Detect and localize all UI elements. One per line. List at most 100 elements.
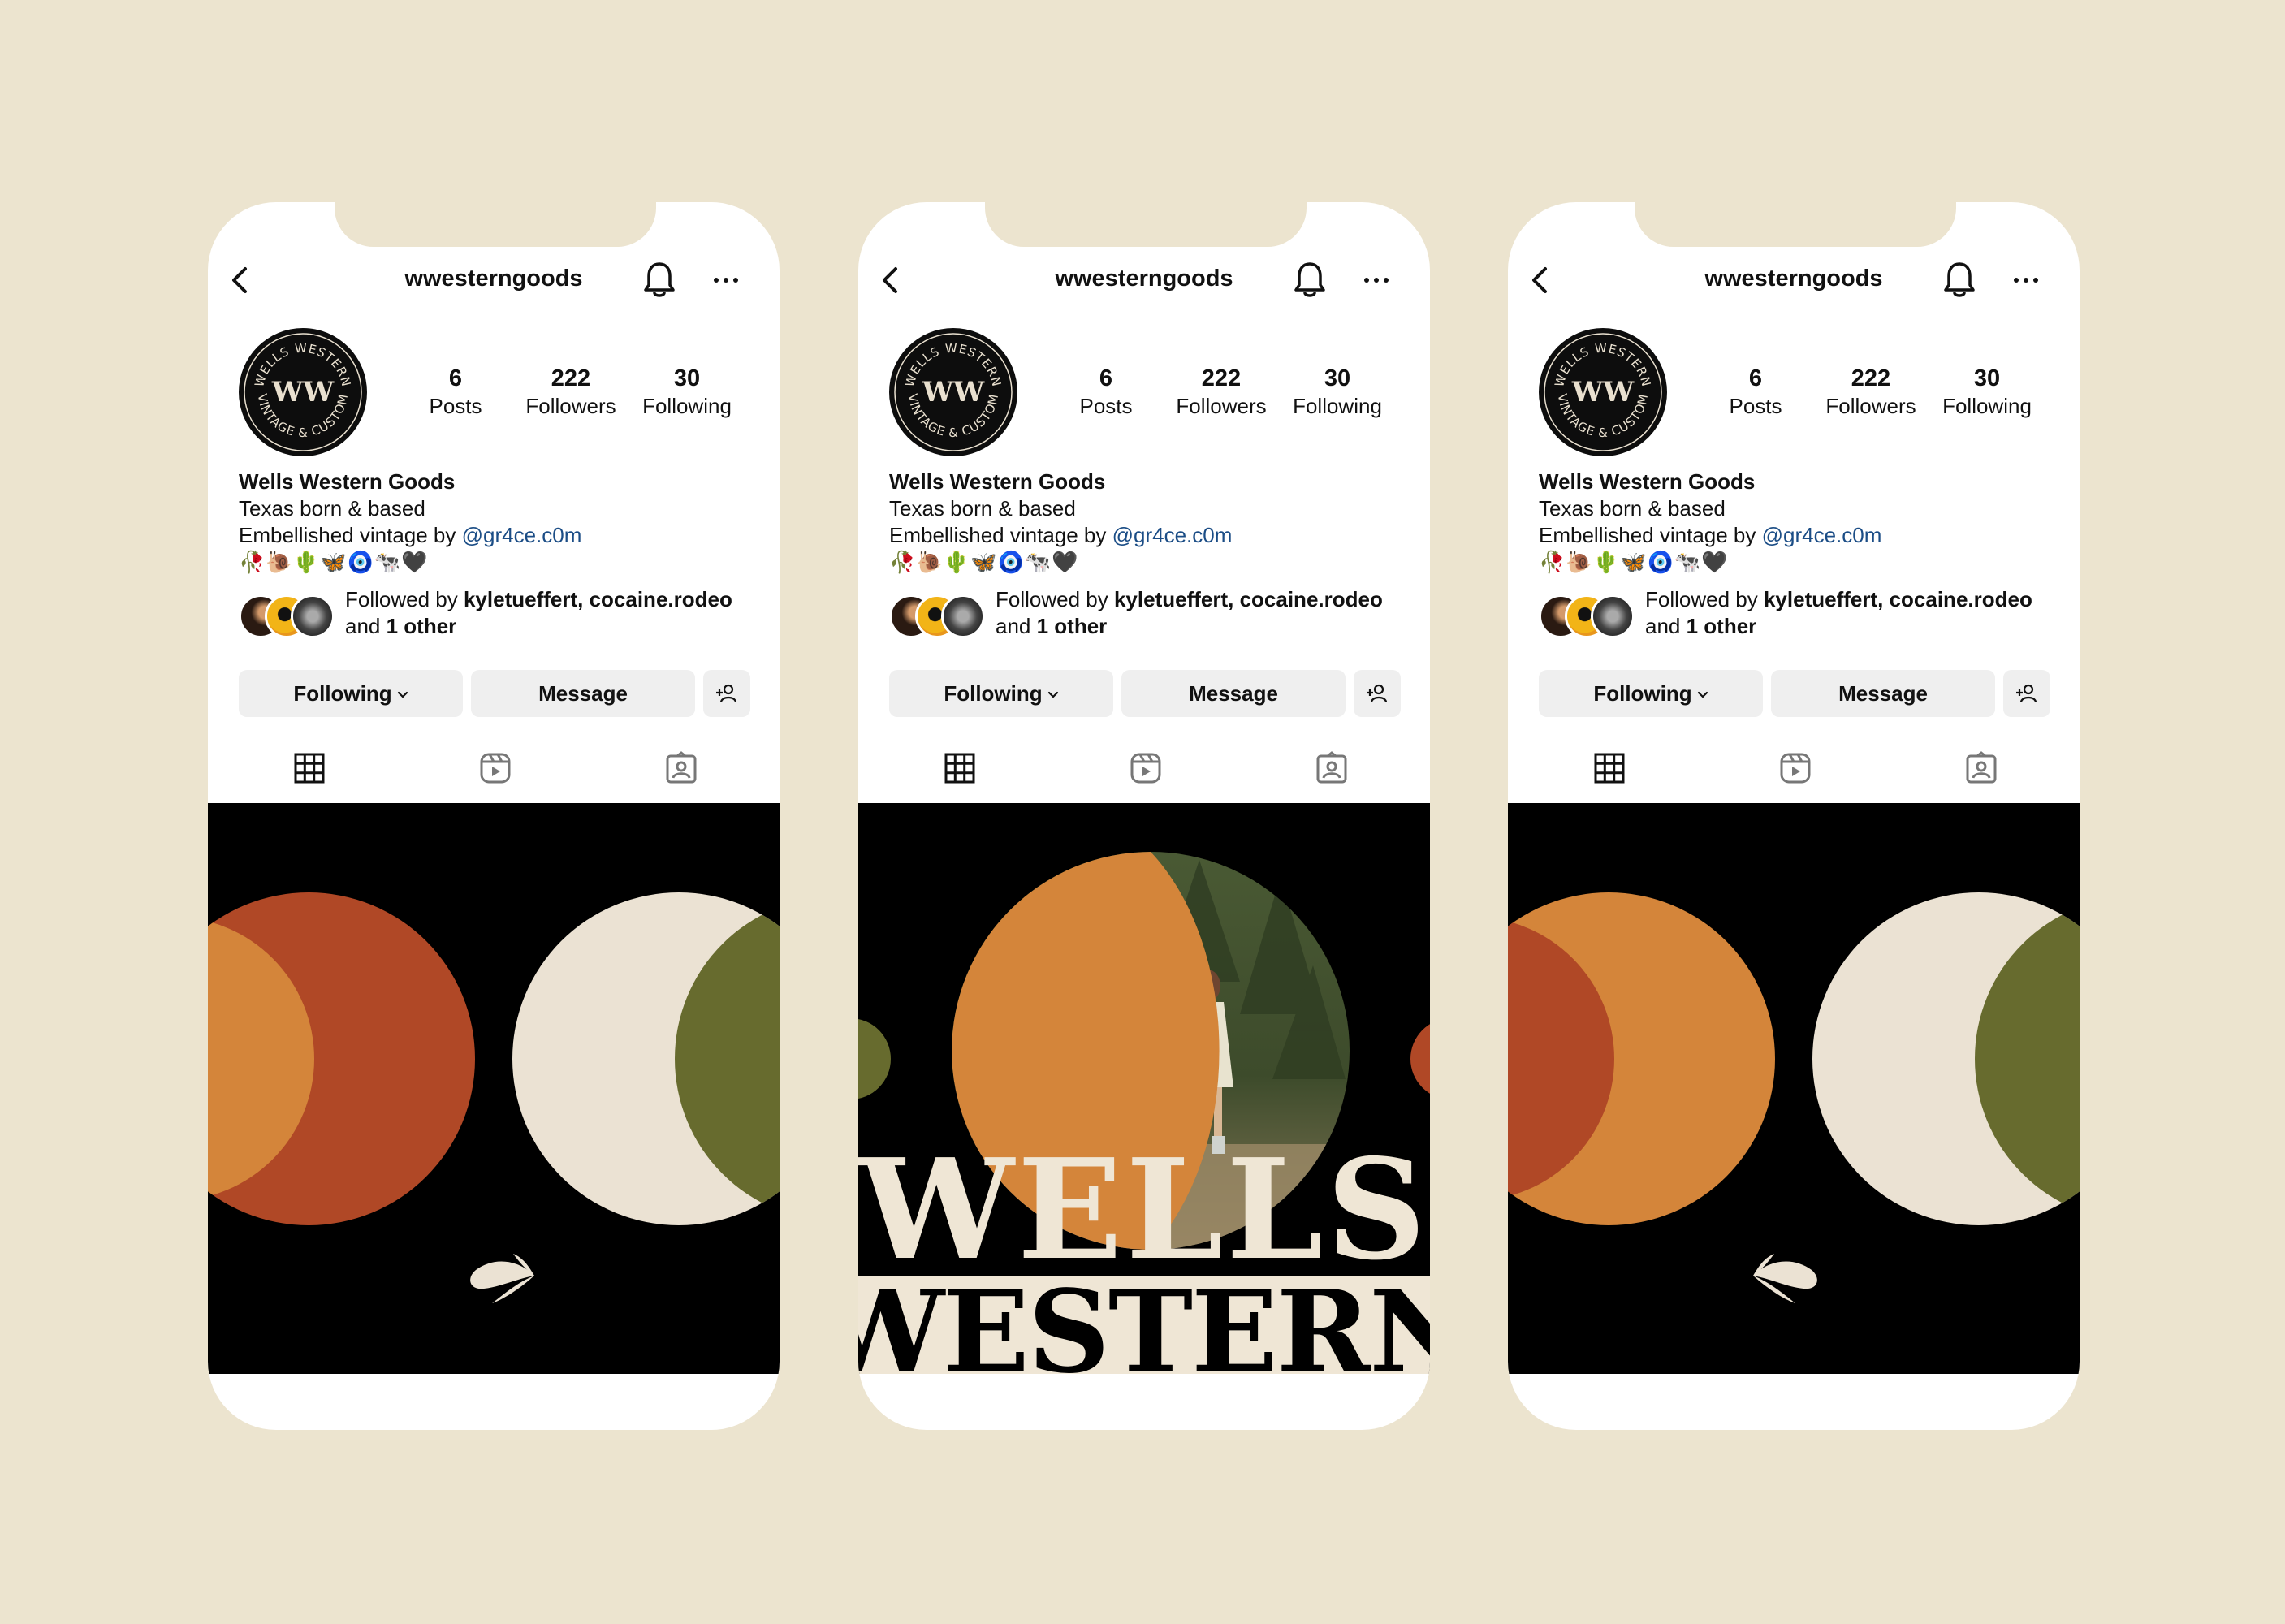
brand-logo: WELLS WESTERN VINTAGE & CUSTOM WW bbox=[1544, 333, 1662, 451]
following-button[interactable]: Following bbox=[1539, 670, 1763, 717]
phone-mockup-2: wwesterngoods WELLS WESTERN VINTAGE & CU… bbox=[858, 202, 1430, 1430]
following-button-label: Following bbox=[1593, 681, 1692, 706]
profile-avatar[interactable]: WELLS WESTERN VINTAGE & CUSTOM WW bbox=[239, 328, 367, 456]
bell-icon[interactable] bbox=[1292, 261, 1328, 300]
follower-avatar bbox=[941, 594, 985, 638]
phone-notch bbox=[1635, 202, 1956, 247]
mention-link[interactable]: @gr4ce.c0m bbox=[1762, 523, 1882, 547]
followers-label: Followers bbox=[1825, 394, 1916, 418]
following-button[interactable]: Following bbox=[239, 670, 463, 717]
add-person-button[interactable] bbox=[703, 670, 750, 717]
mention-link[interactable]: @gr4ce.c0m bbox=[462, 523, 582, 547]
message-button-label: Message bbox=[538, 681, 628, 706]
profile-bio: Wells Western Goods Texas born & based E… bbox=[1539, 469, 2058, 576]
brand-logo: WELLS WESTERN VINTAGE & CUSTOM WW bbox=[894, 333, 1013, 451]
add-person-icon bbox=[716, 684, 737, 703]
logo-monogram: WW bbox=[271, 376, 335, 408]
followers-stat[interactable]: 222 Followers bbox=[518, 365, 624, 420]
bell-icon[interactable] bbox=[1942, 261, 1977, 300]
more-icon[interactable] bbox=[1362, 272, 1391, 288]
message-button[interactable]: Message bbox=[1771, 670, 1995, 717]
reels-icon[interactable] bbox=[1129, 751, 1163, 785]
post-artwork: WELLS WESTERN bbox=[858, 852, 1430, 1374]
posts-stat[interactable]: 6 Posts bbox=[403, 365, 508, 420]
following-count: 30 bbox=[1324, 365, 1351, 391]
phone-mockup-3: wwesterngoods WELLS WESTERN VINTAGE & CU… bbox=[1508, 202, 2080, 1430]
following-button-label: Following bbox=[293, 681, 392, 706]
phone-notch bbox=[335, 202, 656, 247]
following-label: Following bbox=[642, 394, 732, 418]
reels-icon[interactable] bbox=[1778, 751, 1812, 785]
followed-by-users: kyletueffert, cocaine.rodeo bbox=[463, 587, 732, 611]
brand-logo: WELLS WESTERN VINTAGE & CUSTOM WW bbox=[244, 333, 362, 451]
bio-emoji: 🥀🐌🌵🦋🧿🐄🖤 bbox=[239, 550, 429, 574]
profile-username: wwesterngoods bbox=[1704, 266, 1883, 292]
followed-by[interactable]: Followed by kyletueffert, cocaine.rodeo a… bbox=[239, 587, 758, 643]
followers-stat[interactable]: 222 Followers bbox=[1168, 365, 1274, 420]
bio-line-2: Embellished vintage by @gr4ce.c0m bbox=[1539, 522, 2058, 549]
following-label: Following bbox=[1293, 394, 1382, 418]
posts-count: 6 bbox=[1099, 365, 1113, 391]
message-button[interactable]: Message bbox=[471, 670, 695, 717]
drop-ornament-icon bbox=[470, 1254, 534, 1303]
followed-by-users: kyletueffert, cocaine.rodeo bbox=[1113, 587, 1383, 611]
tagged-icon[interactable] bbox=[664, 751, 698, 785]
followed-by-other: 1 other bbox=[386, 614, 457, 638]
bio-line-2-text: Embellished vintage by bbox=[239, 523, 462, 547]
post-grid-image[interactable]: WELLS WESTERN bbox=[858, 803, 1430, 1374]
tagged-icon[interactable] bbox=[1964, 751, 1998, 785]
profile-avatar[interactable]: WELLS WESTERN VINTAGE & CUSTOM WW bbox=[889, 328, 1017, 456]
following-stat[interactable]: 30 Following bbox=[634, 365, 740, 420]
bio-emoji: 🥀🐌🌵🦋🧿🐄🖤 bbox=[889, 550, 1079, 574]
grid-icon[interactable] bbox=[1592, 751, 1626, 785]
grid-icon[interactable] bbox=[292, 751, 326, 785]
posts-label: Posts bbox=[429, 394, 482, 418]
post-grid-image[interactable] bbox=[1508, 803, 2080, 1374]
more-icon[interactable] bbox=[2011, 272, 2041, 288]
post-artwork bbox=[208, 892, 780, 1303]
followed-by[interactable]: Followed by kyletueffert, cocaine.rodeo a… bbox=[889, 587, 1409, 643]
grid-icon[interactable] bbox=[943, 751, 977, 785]
message-button-label: Message bbox=[1189, 681, 1278, 706]
display-name: Wells Western Goods bbox=[239, 469, 456, 494]
following-count: 30 bbox=[673, 365, 701, 391]
followers-stat[interactable]: 222 Followers bbox=[1818, 365, 1924, 420]
followed-by-other: 1 other bbox=[1036, 614, 1108, 638]
posts-label: Posts bbox=[1079, 394, 1133, 418]
followed-by[interactable]: Followed by kyletueffert, cocaine.rodeo a… bbox=[1539, 587, 2058, 643]
bio-line-2: Embellished vintage by @gr4ce.c0m bbox=[239, 522, 758, 549]
more-icon[interactable] bbox=[711, 272, 741, 288]
add-person-button[interactable] bbox=[2003, 670, 2050, 717]
profile-avatar[interactable]: WELLS WESTERN VINTAGE & CUSTOM WW bbox=[1539, 328, 1667, 456]
post-grid-image[interactable] bbox=[208, 803, 780, 1374]
followers-count: 222 bbox=[1851, 365, 1891, 391]
bio-line-2-text: Embellished vintage by bbox=[1539, 523, 1762, 547]
follower-avatar bbox=[291, 594, 335, 638]
followed-by-and: and bbox=[996, 614, 1037, 638]
bio-line-1: Texas born & based bbox=[1539, 496, 1726, 520]
followed-by-prefix: Followed by bbox=[345, 587, 464, 611]
tagged-icon[interactable] bbox=[1315, 751, 1349, 785]
message-button[interactable]: Message bbox=[1121, 670, 1346, 717]
followers-count: 222 bbox=[551, 365, 591, 391]
bell-icon[interactable] bbox=[641, 261, 677, 300]
following-stat[interactable]: 30 Following bbox=[1285, 365, 1390, 420]
posts-stat[interactable]: 6 Posts bbox=[1703, 365, 1808, 420]
bio-line-2: Embellished vintage by @gr4ce.c0m bbox=[889, 522, 1409, 549]
phone-notch bbox=[985, 202, 1307, 247]
followers-label: Followers bbox=[525, 394, 616, 418]
chevron-down-icon bbox=[1047, 692, 1058, 698]
following-button-label: Following bbox=[944, 681, 1043, 706]
profile-username: wwesterngoods bbox=[404, 266, 583, 292]
following-stat[interactable]: 30 Following bbox=[1934, 365, 2040, 420]
bio-line-2-text: Embellished vintage by bbox=[889, 523, 1112, 547]
follower-avatar bbox=[1591, 594, 1635, 638]
mention-link[interactable]: @gr4ce.c0m bbox=[1112, 523, 1233, 547]
followers-count: 222 bbox=[1201, 365, 1242, 391]
reels-icon[interactable] bbox=[478, 751, 512, 785]
add-person-button[interactable] bbox=[1354, 670, 1401, 717]
following-button[interactable]: Following bbox=[889, 670, 1113, 717]
drop-ornament-icon bbox=[1753, 1254, 1817, 1303]
followed-by-other: 1 other bbox=[1686, 614, 1757, 638]
posts-stat[interactable]: 6 Posts bbox=[1053, 365, 1159, 420]
